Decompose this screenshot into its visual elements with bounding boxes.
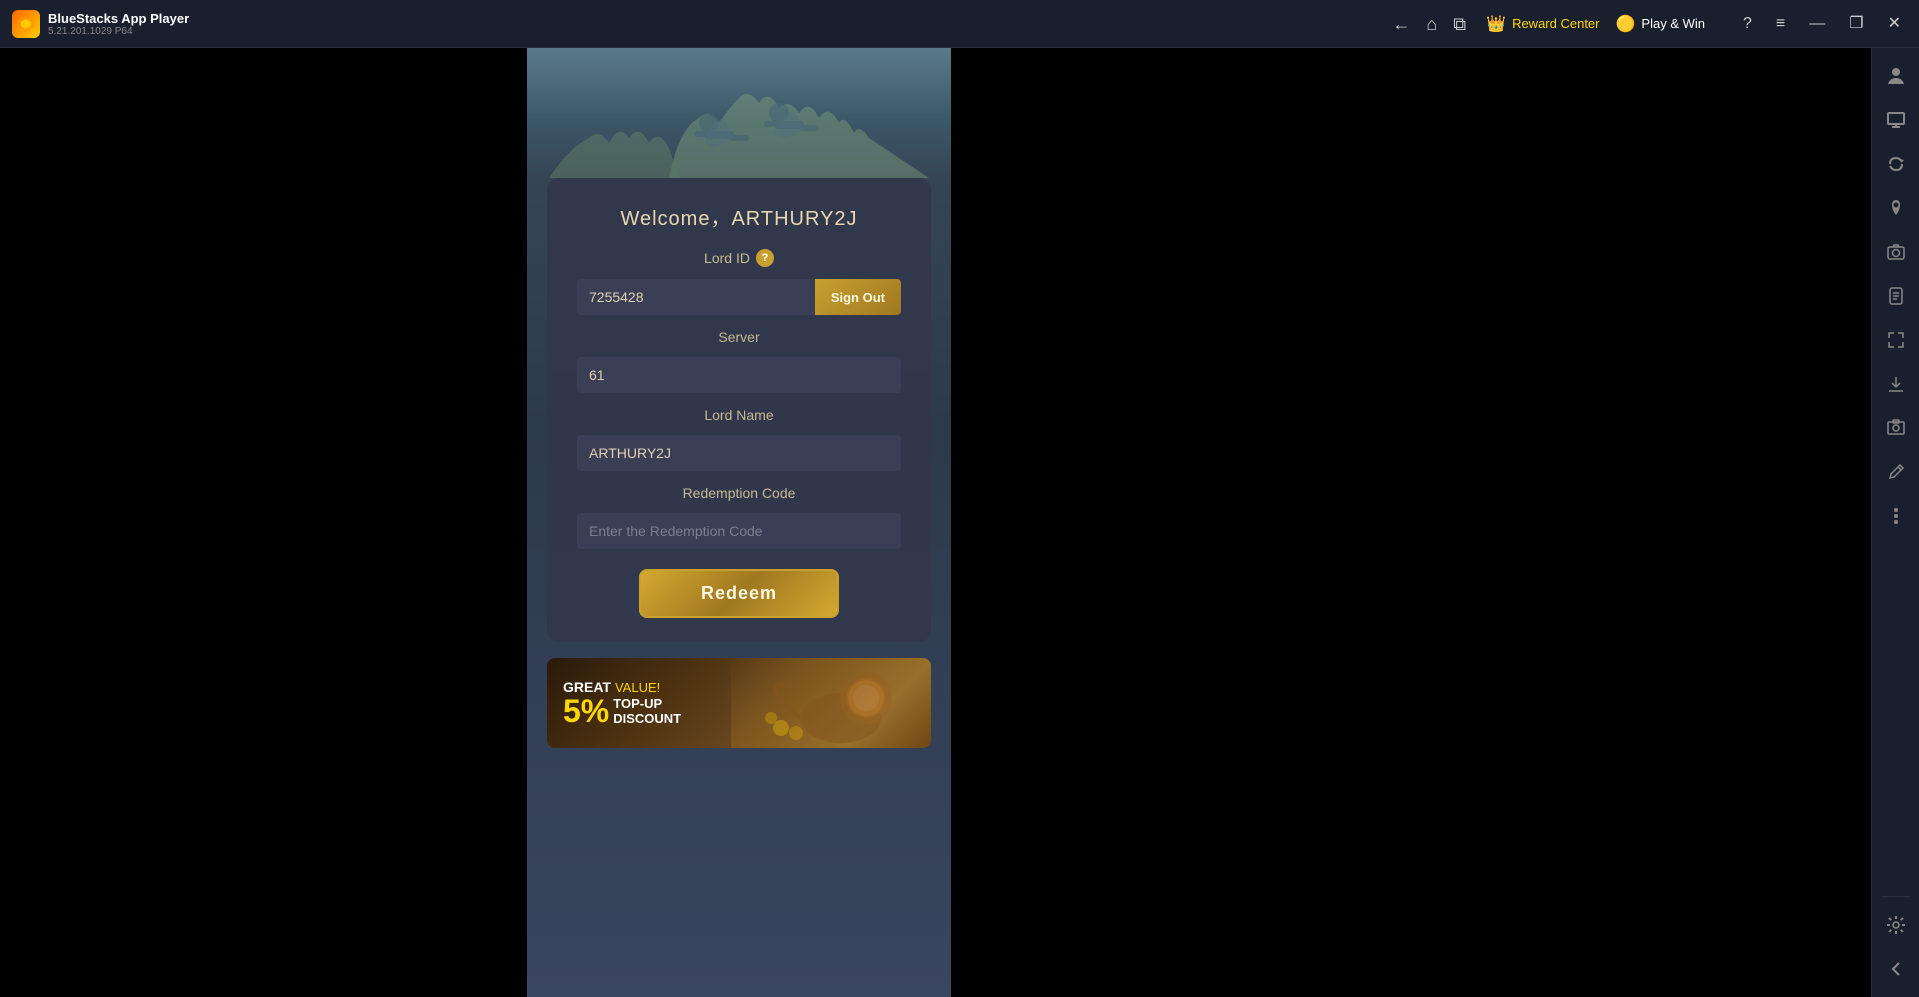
app-version: 5.21.201.1029 P64 <box>48 26 189 37</box>
left-panel <box>0 48 527 997</box>
lord-id-label: Lord ID ? <box>704 249 774 267</box>
layers-nav-button[interactable]: ⧉ <box>1453 15 1466 33</box>
redemption-code-label: Redemption Code <box>683 485 796 501</box>
server-input[interactable] <box>577 357 901 393</box>
play-win-button[interactable]: 🟡 Play & Win <box>1616 14 1706 34</box>
home-nav-button[interactable]: ⌂ <box>1426 15 1437 33</box>
nav-controls: ← ⌂ ⧉ <box>1392 15 1466 33</box>
rotate-icon-button[interactable] <box>1876 144 1916 184</box>
bluestacks-logo <box>12 10 40 38</box>
menu-button[interactable]: ≡ <box>1770 14 1791 34</box>
lord-id-row: Sign Out <box>577 279 901 315</box>
sidebar-divider <box>1881 896 1911 897</box>
back-nav-button[interactable]: ← <box>1392 15 1410 33</box>
lord-id-input[interactable] <box>577 279 815 315</box>
screen-icon-button[interactable] <box>1876 100 1916 140</box>
sidebar-back-button[interactable] <box>1876 949 1916 989</box>
lord-id-help-icon[interactable]: ? <box>756 249 774 267</box>
banner-topup: TOP-UP <box>613 696 681 711</box>
screenshot-icon-button[interactable] <box>1876 408 1916 448</box>
maximize-button[interactable]: ❐ <box>1843 14 1869 34</box>
location-icon-button[interactable] <box>1876 188 1916 228</box>
redeem-button[interactable]: Redeem <box>639 569 839 618</box>
reward-center-label: Reward Center <box>1512 16 1599 31</box>
close-button[interactable]: ✕ <box>1882 14 1907 34</box>
apk-icon-button[interactable] <box>1876 276 1916 316</box>
promo-banner[interactable]: GREAT VALUE! 5% TOP-UP DISCOUNT <box>547 658 931 748</box>
main-area: Welcome，ARTHURY2J Lord ID ? Sign Out Ser… <box>0 48 1919 997</box>
titlebar: BlueStacks App Player 5.21.201.1029 P64 … <box>0 0 1919 48</box>
sign-out-button[interactable]: Sign Out <box>815 279 901 315</box>
resize-icon-button[interactable] <box>1876 320 1916 360</box>
right-sidebar <box>1871 48 1919 997</box>
play-win-label: Play & Win <box>1641 16 1705 31</box>
person-icon-button[interactable] <box>1876 56 1916 96</box>
decoration-silhouette <box>549 68 929 178</box>
lord-name-label: Lord Name <box>704 407 773 423</box>
reward-center-button[interactable]: 👑 Reward Center <box>1486 14 1599 34</box>
top-decoration <box>527 48 951 178</box>
redemption-code-input[interactable] <box>577 513 901 549</box>
help-button[interactable]: ? <box>1737 14 1758 34</box>
banner-text-block: GREAT VALUE! 5% TOP-UP DISCOUNT <box>563 679 681 727</box>
more-icon-button[interactable] <box>1876 496 1916 536</box>
banner-percent: 5% <box>563 695 609 727</box>
banner-discount: DISCOUNT <box>613 711 681 726</box>
minimize-button[interactable]: — <box>1803 14 1831 34</box>
lord-name-input[interactable] <box>577 435 901 471</box>
app-name: BlueStacks App Player <box>48 11 189 26</box>
titlebar-right-controls: 👑 Reward Center 🟡 Play & Win ? ≡ — ❐ ✕ <box>1486 14 1907 34</box>
app-name-block: BlueStacks App Player 5.21.201.1029 P64 <box>48 11 189 37</box>
coin-icon: 🟡 <box>1616 14 1636 34</box>
banner-lion-image <box>731 658 931 748</box>
crown-icon: 👑 <box>1486 14 1506 34</box>
right-black-panel <box>951 48 1871 997</box>
edit-icon-button[interactable] <box>1876 452 1916 492</box>
camera-icon-button[interactable] <box>1876 232 1916 272</box>
redemption-form: Welcome，ARTHURY2J Lord ID ? Sign Out Ser… <box>547 178 931 642</box>
settings-icon-button[interactable] <box>1876 905 1916 945</box>
server-label: Server <box>718 329 759 345</box>
download-icon-button[interactable] <box>1876 364 1916 404</box>
banner-valve: VALUE! <box>615 680 660 695</box>
window-controls: ? ≡ — ❐ ✕ <box>1737 14 1907 34</box>
welcome-heading: Welcome，ARTHURY2J <box>620 202 857 231</box>
game-panel: Welcome，ARTHURY2J Lord ID ? Sign Out Ser… <box>527 48 951 997</box>
